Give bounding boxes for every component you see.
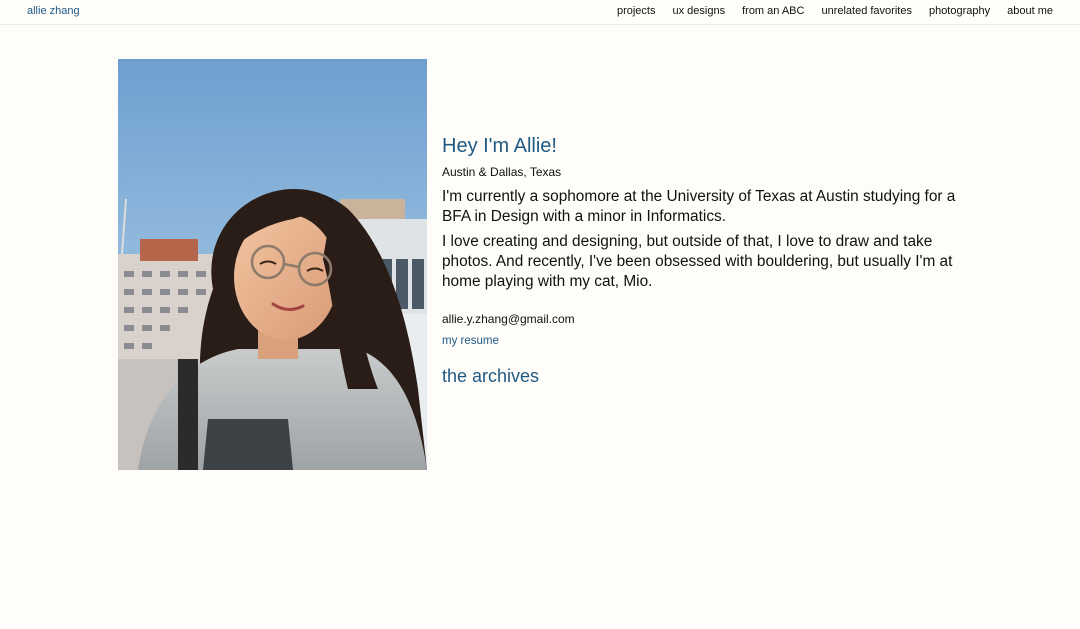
bio-paragraph-2: I love creating and designing, but outsi…	[442, 233, 953, 290]
site-brand-link[interactable]: allie zhang	[27, 5, 80, 17]
nav-link-about-me[interactable]: about me	[1007, 5, 1053, 17]
nav-link-from-an-abc[interactable]: from an ABC	[742, 5, 804, 17]
email-text: allie.y.zhang@gmail.com	[442, 312, 575, 326]
resume-link[interactable]: my resume	[442, 334, 499, 349]
page-title: Hey I'm Allie!	[442, 135, 557, 157]
archives-link[interactable]: the archives	[442, 365, 982, 387]
bio-paragraph-1: I'm currently a sophomore at the Univers…	[442, 188, 956, 225]
nav-link-photography[interactable]: photography	[929, 5, 990, 17]
location-text: Austin & Dallas, Texas	[442, 165, 562, 179]
profile-photo-illustration	[118, 59, 427, 470]
top-navigation-bar: allie zhang projects ux designs from an …	[0, 0, 1080, 25]
nav-link-unrelated-favorites[interactable]: unrelated favorites	[821, 5, 912, 17]
nav-link-ux-designs[interactable]: ux designs	[673, 5, 726, 17]
nav-link-projects[interactable]: projects	[617, 5, 656, 17]
intro-section: Hey I'm Allie! Austin & Dallas, Texas I'…	[442, 134, 982, 387]
profile-photo	[118, 59, 427, 470]
nav-links: projects ux designs from an ABC unrelate…	[617, 5, 1053, 17]
